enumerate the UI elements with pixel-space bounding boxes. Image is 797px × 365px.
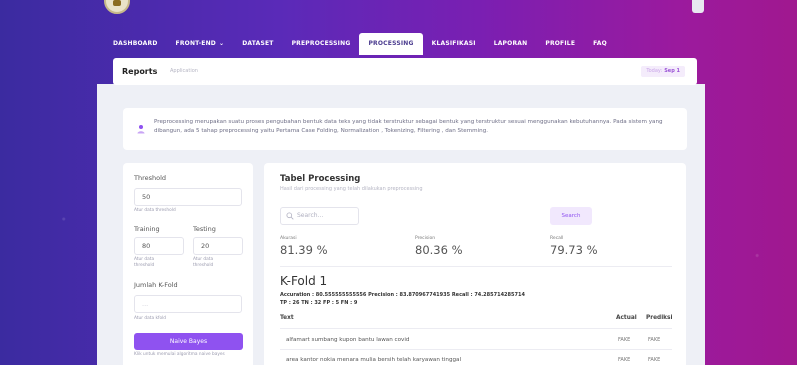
nav-klasifikasi[interactable]: KLASIFIKASI — [423, 33, 485, 55]
training-hint: Atur data threshold — [134, 257, 155, 268]
kfold-stats-line1: Accuration : 80.555555555556 Precision :… — [280, 292, 525, 298]
naive-bayes-hint: Klik untuk memulai algoritma naive bayes — [134, 352, 225, 357]
threshold-label: Threshold — [134, 174, 167, 182]
metric-accuracy-label: Akurasi — [280, 236, 297, 241]
page-title: Reports — [122, 67, 158, 76]
main-nav: DASHBOARD FRONT-END ⌄ DATASET PREPROCESSI… — [104, 33, 616, 55]
metric-recall-value: 79.73 % — [550, 243, 598, 257]
table-subtitle: Hasil dari processing yang telah dilakuk… — [280, 186, 423, 192]
metric-precision-label: Precision — [415, 236, 436, 241]
row-divider — [280, 328, 672, 329]
info-text: Preprocessing merupakan suatu proses pen… — [154, 119, 663, 134]
metric-recall-label: Recall — [550, 236, 564, 241]
date-badge-value: Sep 1 — [664, 68, 680, 74]
nav-dataset[interactable]: DATASET — [233, 33, 282, 55]
metric-accuracy-value: 81.39 % — [280, 243, 328, 257]
metric-precision-value: 80.36 % — [415, 243, 463, 257]
testing-hint: Atur data threshold — [193, 257, 214, 268]
table-row-prediksi: FAKE — [648, 337, 661, 343]
nav-front-end[interactable]: FRONT-END ⌄ — [167, 33, 234, 55]
kfold-label: Jumlah K-Fold — [134, 281, 178, 289]
metric-precision: Precision 80.36 % — [415, 236, 463, 257]
search-icon — [286, 212, 294, 220]
info-card: Preprocessing merupakan suatu proses pen… — [123, 108, 687, 150]
training-label: Training — [134, 225, 160, 233]
nav-laporan[interactable]: LAPORAN — [485, 33, 537, 55]
nav-dashboard[interactable]: DASHBOARD — [104, 33, 167, 55]
search-input[interactable]: Search... — [280, 207, 359, 225]
kfold-stats-line2: TP : 26 TN : 32 FP : 5 FN : 9 — [280, 300, 358, 306]
kfold-hint: Atur data kfold — [134, 316, 166, 321]
table-title: Tabel Processing — [280, 174, 361, 184]
table-row-text: area kantor nokia menara mulia bersih te… — [286, 357, 462, 363]
date-badge-label: Today: — [646, 68, 663, 74]
search-placeholder: Search... — [297, 212, 324, 219]
row-divider — [280, 349, 672, 350]
training-input[interactable]: 80 — [134, 237, 184, 255]
kfold-stats: Accuration : 80.555555555556 Precision :… — [280, 291, 525, 307]
column-header-prediksi[interactable]: Prediksi — [646, 315, 672, 321]
nav-profile[interactable]: PROFILE — [536, 33, 584, 55]
date-badge[interactable]: Today: Sep 1 — [641, 66, 685, 77]
nav-preprocessing[interactable]: PREPROCESSING — [283, 33, 360, 55]
processing-table-panel: Tabel Processing Hasil dari processing y… — [264, 163, 686, 365]
user-menu-icon[interactable] — [692, 0, 704, 13]
testing-label: Testing — [193, 225, 216, 233]
settings-panel: Threshold 50 Atur data threshold Trainin… — [123, 163, 253, 365]
nav-faq[interactable]: FAQ — [584, 33, 616, 55]
chevron-down-icon: ⌄ — [218, 40, 225, 47]
table-row-prediksi: FAKE — [648, 357, 661, 363]
testing-input[interactable]: 20 — [193, 237, 243, 255]
kfold-title: K-Fold 1 — [280, 274, 328, 288]
column-header-text[interactable]: Text — [280, 315, 294, 321]
column-header-actual[interactable]: Actual — [616, 315, 637, 321]
table-row-actual: FAKE — [618, 357, 631, 363]
threshold-input[interactable]: 50 — [134, 188, 242, 206]
page-subtitle: Application — [170, 68, 198, 74]
nav-front-end-label: FRONT-END — [175, 40, 216, 47]
nav-processing[interactable]: PROCESSING — [359, 33, 423, 55]
threshold-hint: Atur data threshold — [134, 208, 176, 213]
search-button[interactable]: Search — [550, 207, 592, 225]
info-person-icon — [137, 125, 145, 134]
reports-bar: Reports Application Today: Sep 1 — [113, 58, 697, 85]
divider — [280, 266, 672, 267]
metric-accuracy: Akurasi 81.39 % — [280, 236, 328, 257]
naive-bayes-button[interactable]: Naive Bayes — [134, 333, 243, 350]
table-row-text: alfamart sumbang kupon bantu lawan covid — [286, 337, 410, 343]
table-row-actual: FAKE — [618, 337, 631, 343]
metric-recall: Recall 79.73 % — [550, 236, 598, 257]
kfold-input[interactable]: ... — [134, 295, 242, 313]
